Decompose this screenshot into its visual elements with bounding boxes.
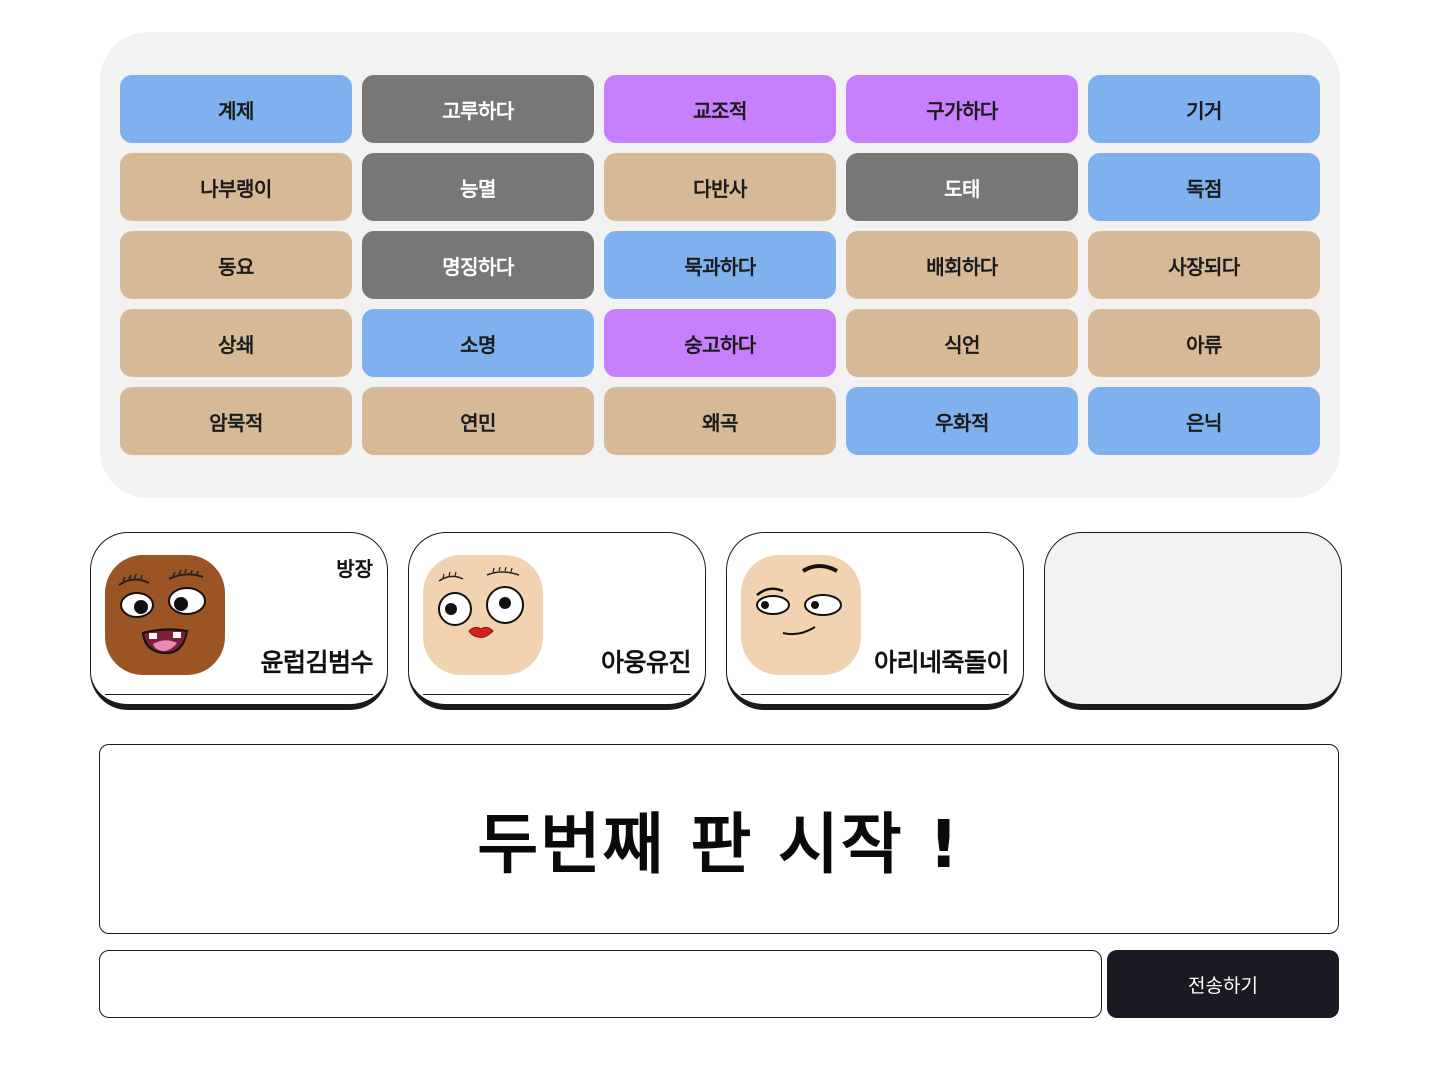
word-tile[interactable]: 능멸 — [362, 153, 594, 221]
word-tile[interactable]: 계제 — [120, 75, 352, 143]
player-card: 방장 윤럽김범수 — [90, 532, 388, 710]
empty-player-slot — [1044, 532, 1342, 710]
avatar — [741, 555, 861, 675]
chat-input[interactable] — [99, 950, 1102, 1018]
word-tile[interactable]: 식언 — [846, 309, 1078, 377]
word-tile[interactable]: 묵과하다 — [604, 231, 836, 299]
word-tile[interactable]: 동요 — [120, 231, 352, 299]
word-board: 계제 고루하다 교조적 구가하다 기거나부랭이 능멸 다반사 도태 독점동요 명징하다 묵과하다 배회… — [100, 32, 1340, 498]
word-tile[interactable]: 기거 — [1088, 75, 1320, 143]
word-tile[interactable]: 소명 — [362, 309, 594, 377]
word-tile[interactable]: 구가하다 — [846, 75, 1078, 143]
word-tile[interactable]: 은닉 — [1088, 387, 1320, 455]
word-tile[interactable]: 상쇄 — [120, 309, 352, 377]
word-tile[interactable]: 연민 — [362, 387, 594, 455]
divider — [423, 694, 691, 695]
send-button[interactable]: 전송하기 — [1107, 950, 1339, 1018]
word-tile[interactable]: 고루하다 — [362, 75, 594, 143]
player-name: 아웅유진 — [600, 648, 692, 677]
word-grid: 계제 고루하다 교조적 구가하다 기거나부랭이 능멸 다반사 도태 독점동요 명징하다 묵과하다 배회… — [120, 75, 1320, 455]
avatar — [105, 555, 225, 675]
word-tile[interactable]: 암묵적 — [120, 387, 352, 455]
divider — [741, 694, 1009, 695]
word-tile[interactable]: 도태 — [846, 153, 1078, 221]
player-list: 방장 윤럽김범수 아웅유진 아리네죽돌이 — [90, 532, 1342, 710]
word-tile[interactable]: 나부랭이 — [120, 153, 352, 221]
eye-right — [804, 594, 842, 616]
word-tile[interactable]: 숭고하다 — [604, 309, 836, 377]
face-shape — [741, 555, 861, 675]
word-tile[interactable]: 다반사 — [604, 153, 836, 221]
announcement-text: 두번째 판 시작 ! — [477, 806, 961, 883]
player-name: 아리네죽돌이 — [873, 648, 1010, 677]
face-shape — [105, 555, 225, 675]
player-card: 아리네죽돌이 — [726, 532, 1024, 710]
avatar — [423, 555, 543, 675]
player-card: 아웅유진 — [408, 532, 706, 710]
word-tile[interactable]: 아류 — [1088, 309, 1320, 377]
word-tile[interactable]: 명징하다 — [362, 231, 594, 299]
word-tile[interactable]: 독점 — [1088, 153, 1320, 221]
divider — [105, 694, 373, 695]
player-name: 윤럽김범수 — [260, 648, 373, 677]
word-tile[interactable]: 사장되다 — [1088, 231, 1320, 299]
announcement-box: 두번째 판 시작 ! — [99, 744, 1339, 934]
word-tile[interactable]: 왜곡 — [604, 387, 836, 455]
word-tile[interactable]: 배회하다 — [846, 231, 1078, 299]
word-tile[interactable]: 우화적 — [846, 387, 1078, 455]
word-tile[interactable]: 교조적 — [604, 75, 836, 143]
host-badge: 방장 — [336, 557, 373, 581]
